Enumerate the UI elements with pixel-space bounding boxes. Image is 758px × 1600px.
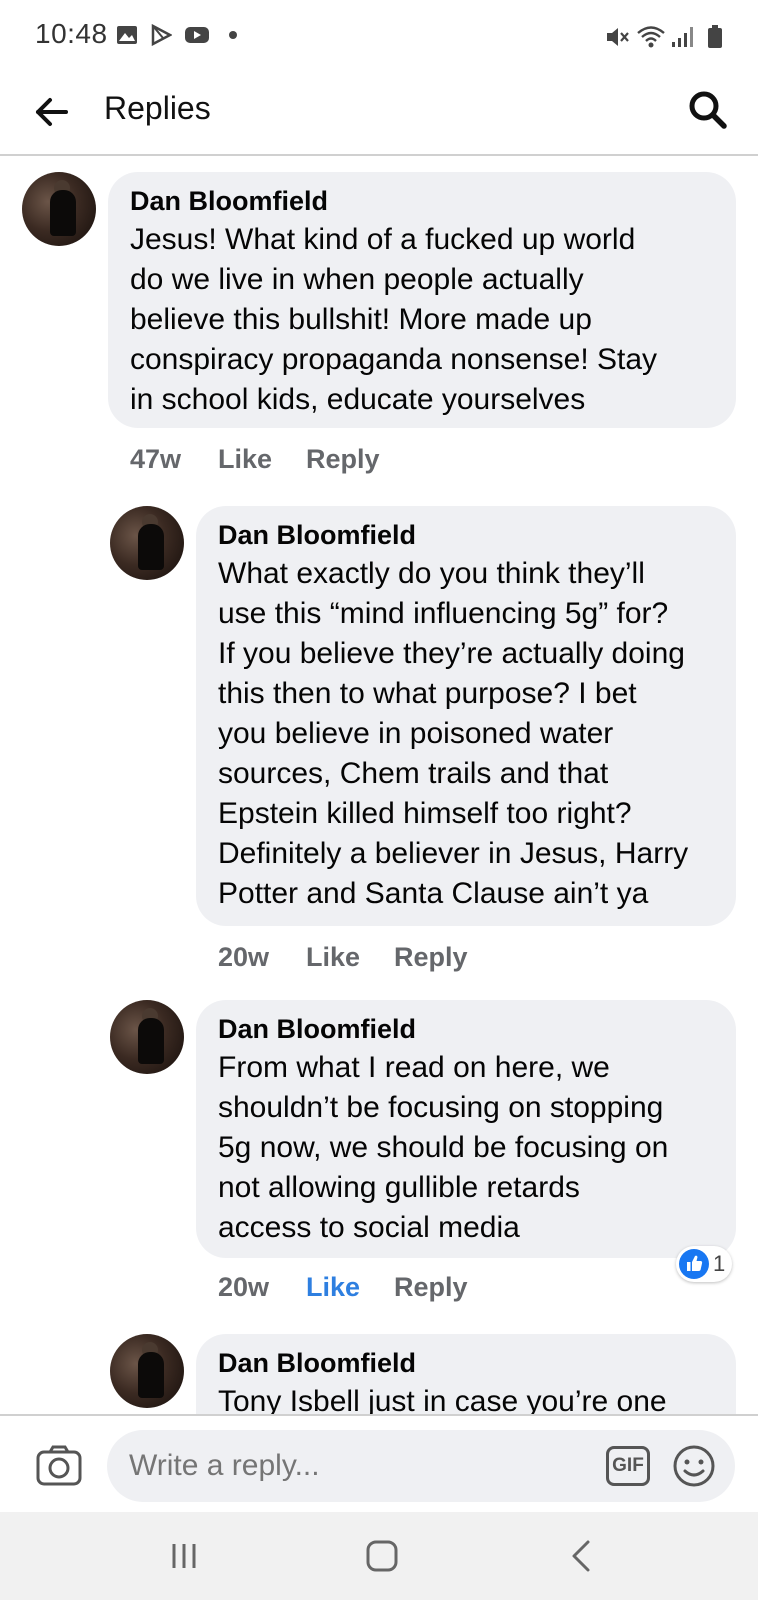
reaction-count: 1 [713, 1251, 726, 1276]
avatar[interactable] [110, 1334, 184, 1408]
comment-actions: 20w Like Reply [218, 1272, 618, 1306]
comment: Dan Bloomfield What exactly do you think… [110, 506, 736, 976]
comment-actions: 20w Like Reply [218, 942, 618, 976]
play-store-icon [151, 24, 172, 46]
comment-text: Jesus! What kind of a fucked up world do… [130, 223, 658, 416]
youtube-icon [185, 27, 209, 43]
comment: Dan Bloomfield Jesus! What kind of a fuc… [22, 172, 736, 474]
comment-author[interactable]: Dan Bloomfield [130, 186, 714, 216]
emoji-icon[interactable] [672, 1444, 716, 1488]
comment-author[interactable]: Dan Bloomfield [218, 520, 714, 550]
home-icon[interactable] [362, 1536, 402, 1576]
comment-author[interactable]: Dan Bloomfield [218, 1348, 714, 1378]
gallery-icon [117, 26, 137, 44]
comment-bubble: Dan Bloomfield What exactly do you think… [196, 506, 736, 926]
dot-icon [229, 31, 237, 39]
gif-label: GIF [612, 1455, 644, 1476]
avatar[interactable] [22, 172, 96, 246]
status-time: 10:48 [35, 18, 108, 49]
comment-bubble: Dan Bloomfield Jesus! What kind of a fuc… [108, 172, 736, 428]
app-header: Replies [0, 72, 758, 156]
comment-text: From what I read on here, we shouldn’t b… [218, 1051, 669, 1244]
comment-timestamp: 47w [130, 444, 182, 474]
like-button[interactable]: Like [306, 942, 360, 973]
reaction-count-badge[interactable]: 1 [676, 1246, 732, 1282]
mute-icon [607, 28, 629, 46]
comment-bubble: Dan Bloomfield Tony Isbell just in case … [196, 1334, 736, 1414]
avatar[interactable] [110, 1000, 184, 1074]
gif-button[interactable]: GIF [606, 1446, 650, 1486]
like-button-active[interactable]: Like [306, 1272, 360, 1303]
comment-timestamp: 20w [218, 1272, 270, 1302]
signal-icon [672, 27, 693, 47]
like-button[interactable]: Like [218, 444, 272, 475]
wifi-icon [637, 26, 665, 48]
reply-button[interactable]: Reply [394, 1272, 468, 1303]
back-icon[interactable] [562, 1536, 602, 1576]
comment-timestamp: 20w [218, 942, 270, 972]
replies-feed[interactable]: Dan Bloomfield Jesus! What kind of a fuc… [0, 156, 758, 1414]
comment: Dan Bloomfield From what I read on here,… [110, 1000, 736, 1310]
reply-composer: GIF [0, 1414, 758, 1514]
comment-text: What exactly do you think they’ll use th… [218, 557, 689, 910]
reply-button[interactable]: Reply [394, 942, 468, 973]
page-title: Replies [104, 90, 211, 126]
search-icon[interactable] [686, 88, 730, 132]
recent-apps-icon[interactable] [164, 1536, 204, 1576]
status-bar: 10:48 [0, 0, 758, 72]
back-arrow-icon[interactable] [30, 90, 74, 134]
like-reaction-icon [679, 1249, 709, 1279]
comment-text: Tony Isbell just in case you’re one [218, 1385, 667, 1414]
comment: Dan Bloomfield Tony Isbell just in case … [110, 1334, 736, 1414]
system-nav-bar [0, 1512, 758, 1600]
camera-icon[interactable] [36, 1444, 82, 1486]
reply-button[interactable]: Reply [306, 444, 380, 475]
comment-actions: 47w Like Reply [130, 444, 530, 478]
battery-icon [708, 25, 722, 48]
comment-bubble: Dan Bloomfield From what I read on here,… [196, 1000, 736, 1258]
comment-author[interactable]: Dan Bloomfield [218, 1014, 714, 1044]
avatar[interactable] [110, 506, 184, 580]
